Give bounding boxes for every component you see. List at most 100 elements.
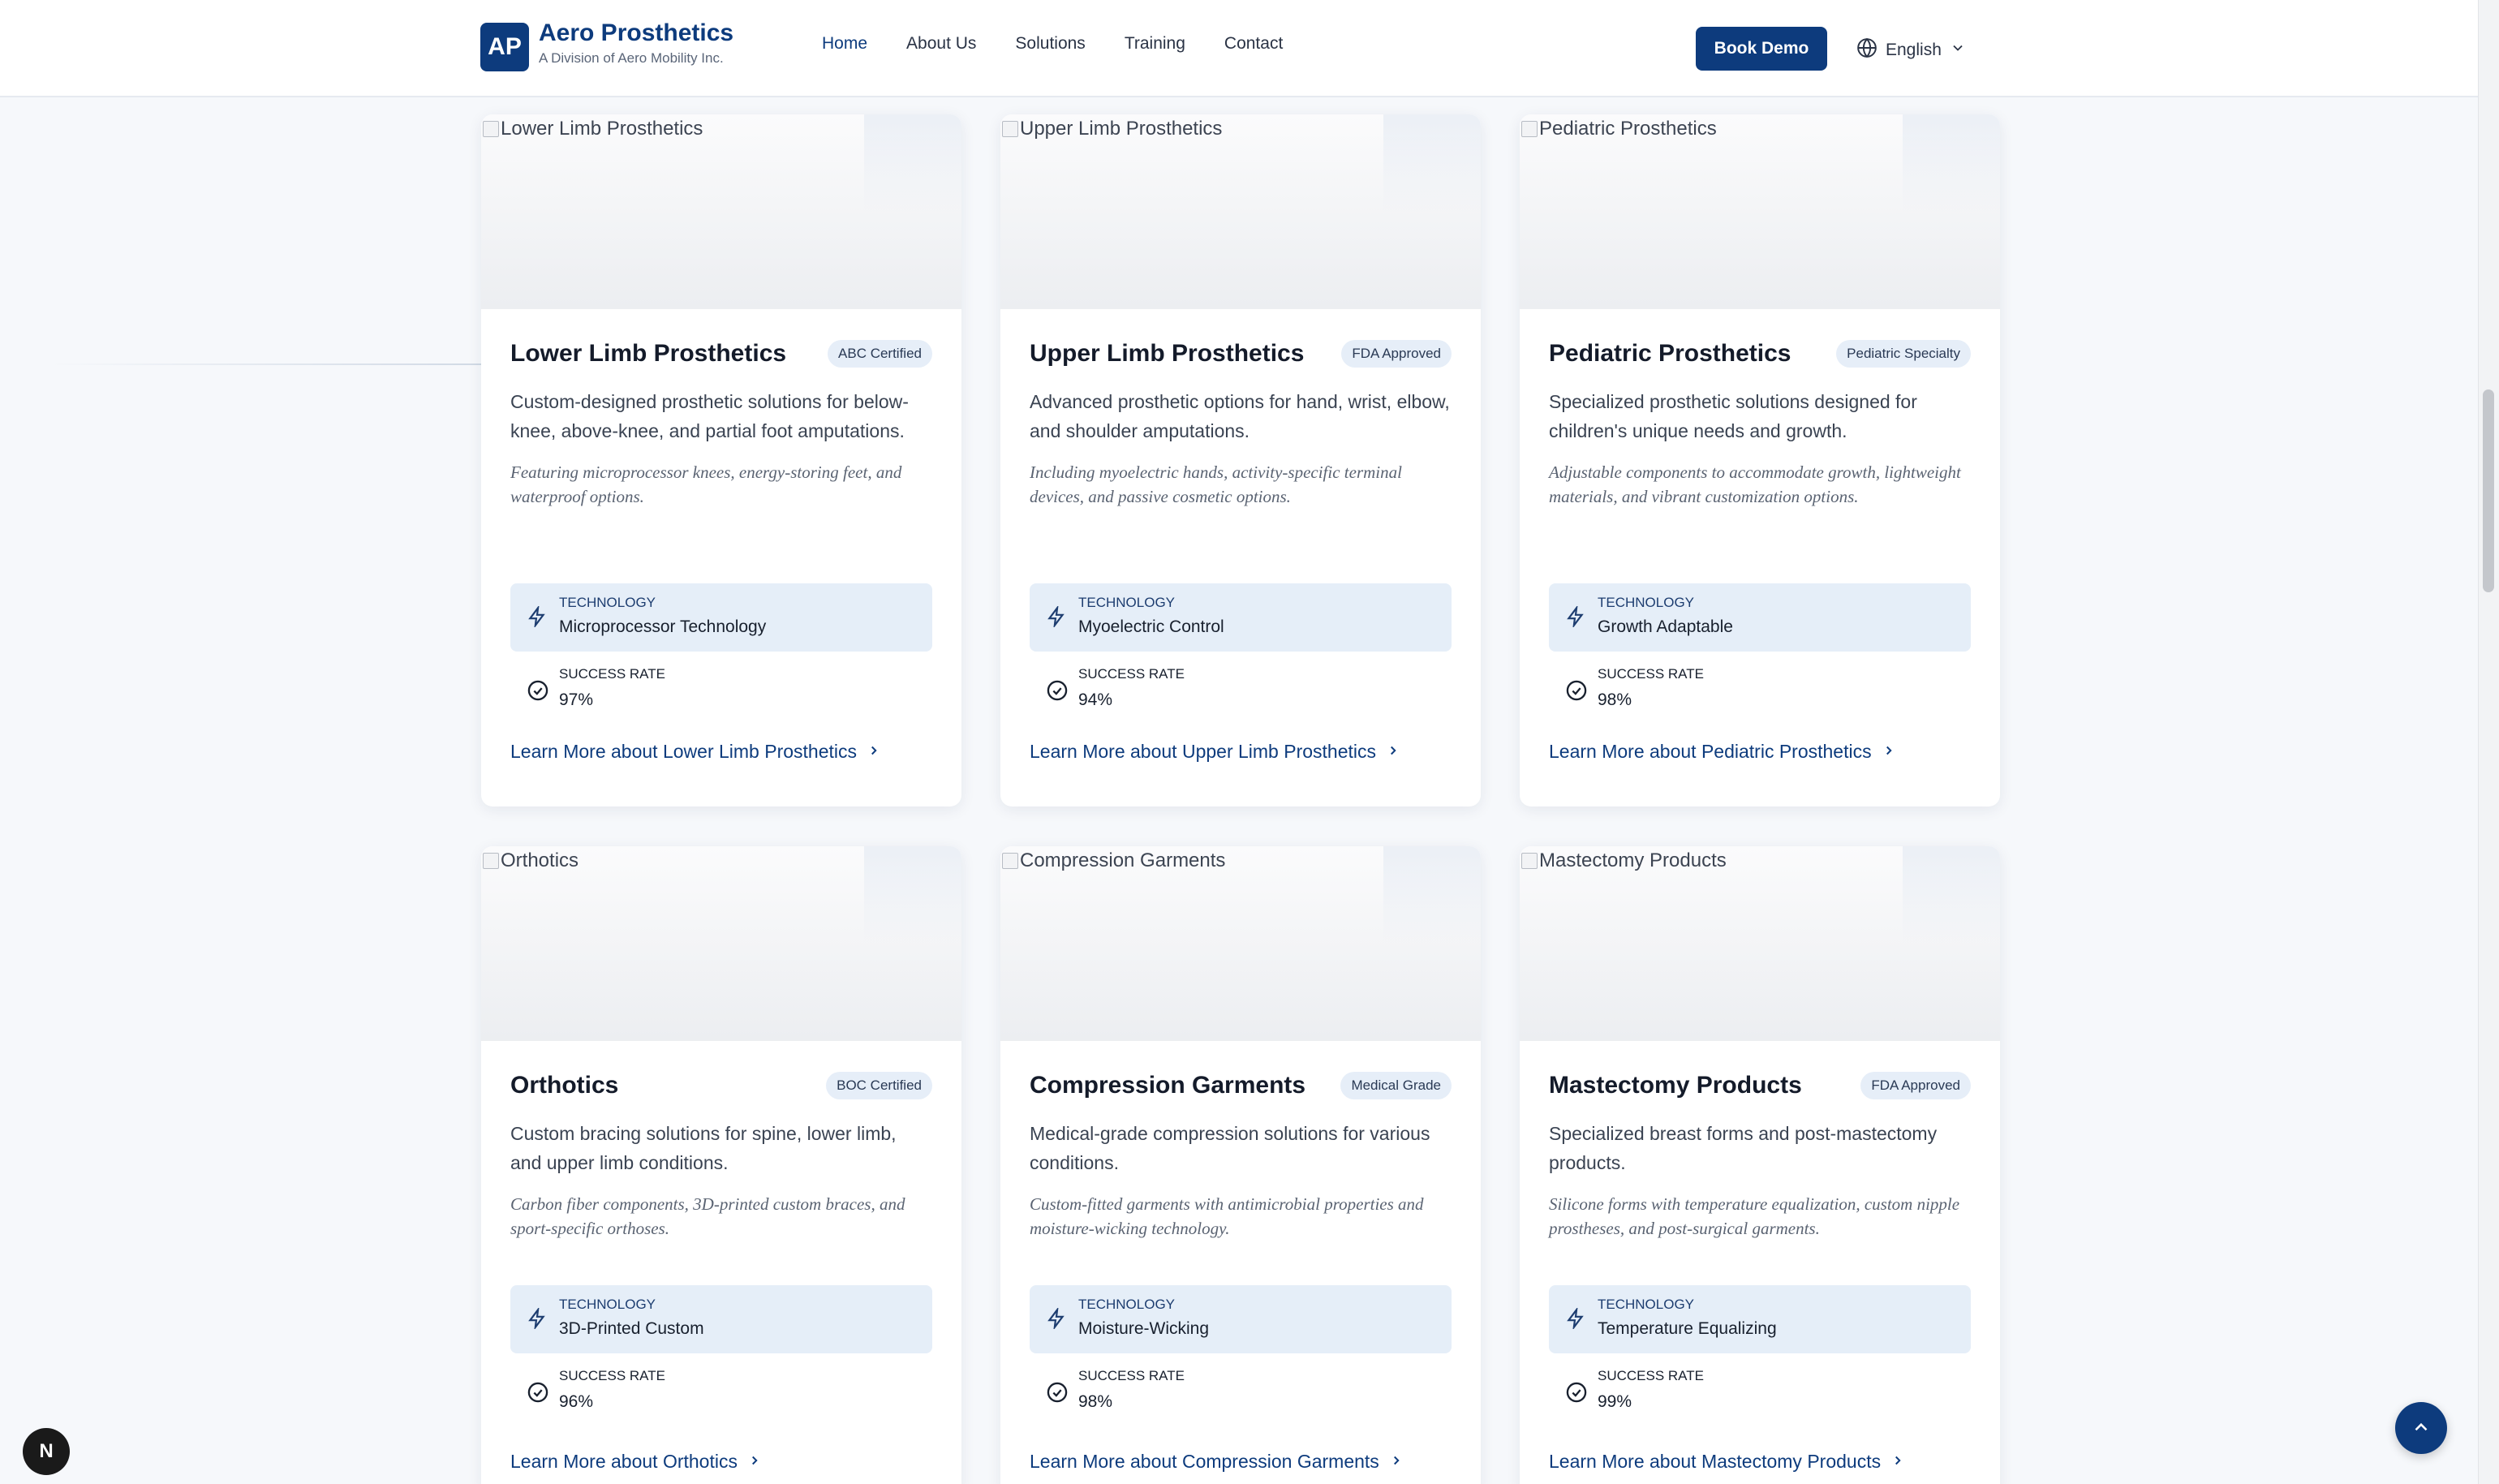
learn-more-link[interactable]: Learn More about Lower Limb Prosthetics: [510, 741, 881, 763]
main-nav: Home About Us Solutions Training Contact: [822, 34, 1283, 54]
technology-label: TECHNOLOGY: [1078, 595, 1176, 610]
lightning-icon: [1565, 1306, 1586, 1333]
learn-more-label: Learn More about Upper Limb Prosthetics: [1030, 741, 1376, 762]
globe-icon: [1856, 37, 1877, 63]
card-description: Custom-designed prosthetic solutions for…: [510, 391, 909, 441]
scrollbar-thumb[interactable]: [2483, 389, 2494, 592]
card-description: Custom bracing solutions for spine, lowe…: [510, 1123, 897, 1173]
card-description: Medical-grade compression solutions for …: [1030, 1123, 1430, 1173]
technology-box: TECHNOLOGY Myoelectric Control: [1030, 583, 1452, 652]
solution-card: Orthotics Orthotics BOC Certified Custom br…: [481, 846, 961, 1484]
image-alt-label: Orthotics: [501, 850, 579, 871]
success-rate-label: SUCCESS RATE: [559, 1368, 665, 1383]
broken-image-icon: [483, 853, 499, 869]
logo-mark[interactable]: AP: [480, 23, 529, 71]
certification-badge: FDA Approved: [1860, 1072, 1971, 1099]
check-circle-icon: [1565, 679, 1588, 706]
technology-box: TECHNOLOGY 3D-Printed Custom: [510, 1285, 932, 1353]
technology-label: TECHNOLOGY: [1598, 1297, 1695, 1312]
image-alt-text: Upper Limb Prosthetics: [1002, 118, 1222, 140]
learn-more-label: Learn More about Lower Limb Prosthetics: [510, 741, 857, 762]
learn-more-link[interactable]: Learn More about Compression Garments: [1030, 1451, 1404, 1473]
broken-image-icon: [1002, 853, 1018, 869]
card-body: Compression Garments Medical Grade Medical…: [1000, 1072, 1481, 1241]
check-circle-icon: [1565, 1381, 1588, 1408]
check-circle-icon: [527, 679, 549, 706]
image-glare: [1383, 846, 1481, 944]
chevron-right-icon: [1890, 1451, 1905, 1473]
success-rate-value: 97%: [559, 690, 594, 709]
nav-item-training[interactable]: Training: [1125, 34, 1185, 54]
technology-value: Growth Adaptable: [1598, 617, 1733, 636]
card-body: Pediatric Prosthetics Pediatric Specialty…: [1520, 340, 2000, 509]
book-demo-button[interactable]: Book Demo: [1696, 27, 1827, 71]
technology-value: Microprocessor Technology: [559, 617, 767, 636]
chevron-right-icon: [747, 1451, 762, 1473]
card-title: Mastectomy Products: [1549, 1072, 1802, 1099]
card-title: Upper Limb Prosthetics: [1030, 340, 1305, 367]
scrollbar-track[interactable]: [2478, 0, 2499, 1484]
language-selector[interactable]: English: [1856, 37, 1966, 63]
learn-more-link[interactable]: Learn More about Orthotics: [510, 1451, 762, 1473]
card-description: Specialized breast forms and post-mastec…: [1549, 1123, 1938, 1173]
success-rate: SUCCESS RATE 99%: [1549, 1368, 1971, 1417]
certification-badge: Medical Grade: [1340, 1072, 1452, 1099]
broken-image-icon: [1521, 121, 1538, 137]
solution-card: Pediatric Prosthetics Pediatric Prostheti…: [1520, 114, 2000, 807]
card-body: Orthotics BOC Certified Custom bracing sol…: [481, 1072, 961, 1241]
card-title: Compression Garments: [1030, 1072, 1306, 1099]
learn-more-link[interactable]: Learn More about Pediatric Prosthetics: [1549, 741, 1896, 763]
image-glare: [864, 114, 961, 212]
learn-more-link[interactable]: Learn More about Upper Limb Prosthetics: [1030, 741, 1400, 763]
scroll-to-top-button[interactable]: [2395, 1402, 2447, 1454]
card-title-row: Mastectomy Products FDA Approved: [1549, 1072, 1971, 1099]
image-glare: [864, 846, 961, 944]
technology-label: TECHNOLOGY: [1598, 595, 1695, 610]
technology-value: Temperature Equalizing: [1598, 1319, 1777, 1338]
card-image: Lower Limb Prosthetics: [481, 114, 961, 309]
solution-card: Lower Limb Prosthetics Lower Limb Prosthe…: [481, 114, 961, 807]
nav-item-about-us[interactable]: About Us: [906, 34, 976, 54]
lightning-icon: [527, 1306, 548, 1333]
image-alt-text: Pediatric Prosthetics: [1521, 118, 1717, 140]
learn-more-label: Learn More about Orthotics: [510, 1451, 738, 1472]
nav-item-home[interactable]: Home: [822, 34, 867, 54]
certification-badge: FDA Approved: [1341, 340, 1452, 368]
chevron-right-icon: [1389, 1451, 1404, 1473]
brand-subtitle: A Division of Aero Mobility Inc.: [539, 50, 724, 66]
success-rate-value: 94%: [1078, 690, 1113, 709]
technology-value: Moisture-Wicking: [1078, 1319, 1210, 1338]
card-image: Pediatric Prosthetics: [1520, 114, 2000, 309]
technology-label: TECHNOLOGY: [559, 1297, 656, 1312]
learn-more-label: Learn More about Compression Garments: [1030, 1451, 1379, 1472]
image-alt-text: Orthotics: [483, 850, 579, 872]
nav-item-solutions[interactable]: Solutions: [1015, 34, 1085, 54]
broken-image-icon: [483, 121, 499, 137]
card-title: Lower Limb Prosthetics: [510, 340, 787, 367]
dev-tools-badge[interactable]: N: [23, 1428, 70, 1475]
technology-value: Myoelectric Control: [1078, 617, 1224, 636]
chevron-up-icon: [2411, 1417, 2432, 1440]
success-rate: SUCCESS RATE 96%: [510, 1368, 932, 1417]
card-body: Mastectomy Products FDA Approved Specializ…: [1520, 1072, 2000, 1241]
brand-name[interactable]: Aero Prosthetics: [539, 19, 733, 47]
image-glare: [1383, 114, 1481, 212]
card-note: Silicone forms with temperature equaliza…: [1549, 1194, 1960, 1238]
image-glare: [1903, 846, 2000, 944]
nav-item-contact[interactable]: Contact: [1224, 34, 1283, 54]
card-note: Including myoelectric hands, activity-sp…: [1030, 462, 1402, 506]
image-alt-label: Lower Limb Prosthetics: [501, 118, 703, 140]
card-image: Orthotics: [481, 846, 961, 1041]
card-note: Adjustable components to accommodate gro…: [1549, 462, 1961, 506]
card-note: Carbon fiber components, 3D-printed cust…: [510, 1194, 905, 1238]
image-alt-text: Mastectomy Products: [1521, 850, 1727, 872]
chevron-right-icon: [1386, 741, 1400, 763]
certification-badge: ABC Certified: [828, 340, 932, 368]
success-rate-label: SUCCESS RATE: [1598, 1368, 1704, 1383]
image-alt-text: Compression Garments: [1002, 850, 1225, 872]
chevron-right-icon: [867, 741, 881, 763]
learn-more-link[interactable]: Learn More about Mastectomy Products: [1549, 1451, 1905, 1473]
technology-box: TECHNOLOGY Microprocessor Technology: [510, 583, 932, 652]
card-title: Pediatric Prosthetics: [1549, 340, 1791, 367]
success-rate: SUCCESS RATE 98%: [1030, 1368, 1452, 1417]
